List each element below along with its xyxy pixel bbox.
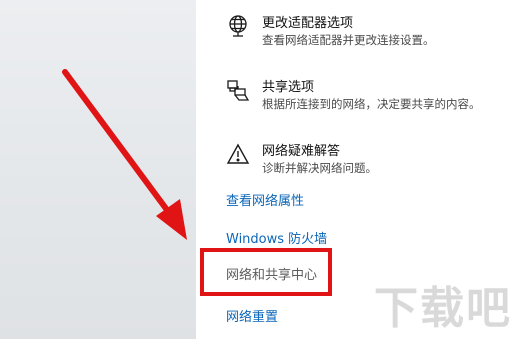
change-adapter-options-item[interactable]: 更改适配器选项 查看网络适配器并更改连接设置。 [226,12,506,56]
option-description: 根据所连接到的网络，决定要共享的内容。 [262,97,481,111]
option-title: 共享选项 [262,80,315,95]
sharing-options-item[interactable]: 共享选项 根据所连接到的网络，决定要共享的内容。 [226,76,506,120]
network-reset-link[interactable]: 网络重置 [226,306,278,325]
watermark-logo: 下载吧 [374,283,510,334]
option-description: 查看网络适配器并更改连接设置。 [262,33,435,47]
sharing-icon [226,78,250,102]
windows-firewall-link[interactable]: Windows 防火墙 [226,228,327,247]
option-title: 更改适配器选项 [262,16,354,31]
network-troubleshooter-item[interactable]: 网络疑难解答 诊断并解决网络问题。 [226,140,506,184]
option-title: 网络疑难解答 [262,144,341,159]
globe-icon [226,14,250,38]
view-network-properties-link[interactable]: 查看网络属性 [226,190,304,209]
option-description: 诊断并解决网络问题。 [262,161,377,175]
warning-icon [226,142,250,166]
highlight-box [200,248,332,296]
left-pane [0,0,196,339]
